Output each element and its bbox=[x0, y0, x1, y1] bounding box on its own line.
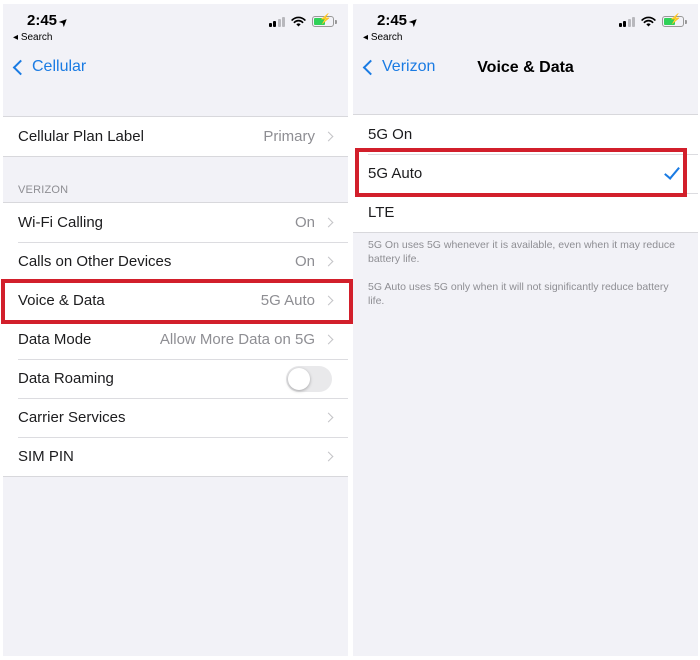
back-button[interactable]: Verizon bbox=[361, 58, 435, 76]
navigation-bar: Verizon Voice & Data bbox=[353, 48, 698, 90]
back-button[interactable]: Cellular bbox=[11, 58, 86, 76]
network-options-group: 5G On 5G Auto LTE bbox=[353, 114, 698, 233]
section-header-carrier: VERIZON bbox=[18, 184, 69, 196]
row-label: Data Mode bbox=[18, 331, 92, 348]
location-arrow-icon: ➤ bbox=[57, 15, 72, 30]
row-value: On bbox=[294, 253, 315, 270]
wifi-icon bbox=[291, 16, 306, 27]
row-label: SIM PIN bbox=[18, 448, 74, 465]
row-label: Carrier Services bbox=[18, 409, 126, 426]
back-to-app-label: Search bbox=[20, 32, 53, 43]
chevron-right-icon bbox=[323, 451, 334, 462]
row-value: Primary bbox=[263, 128, 315, 145]
sim-pin-row[interactable]: SIM PIN bbox=[3, 437, 348, 476]
footnote-5g-on: 5G On uses 5G whenever it is available, … bbox=[368, 239, 675, 265]
voice-and-data-row[interactable]: Voice & Data 5G Auto bbox=[3, 281, 348, 320]
carrier-services-row[interactable]: Carrier Services bbox=[3, 398, 348, 437]
plan-label-group: Cellular Plan Label Primary bbox=[3, 116, 348, 157]
status-bar: 2:45➤ ◂ Search ⚡ bbox=[3, 4, 348, 46]
option-5g-on[interactable]: 5G On bbox=[353, 115, 698, 154]
wifi-icon bbox=[641, 16, 656, 27]
voice-and-data-panel: 2:45➤ ◂ Search ⚡ Verizon Voice & Data 5G… bbox=[353, 4, 698, 656]
back-button-label: Verizon bbox=[382, 58, 436, 75]
option-label: LTE bbox=[368, 204, 395, 221]
row-value: Allow More Data on 5G bbox=[159, 331, 315, 348]
data-roaming-row: Data Roaming bbox=[3, 359, 348, 398]
status-icons: ⚡ bbox=[618, 14, 687, 27]
status-bar: 2:45➤ ◂ Search ⚡ bbox=[353, 4, 698, 46]
row-label: Data Roaming bbox=[18, 370, 114, 387]
status-icons: ⚡ bbox=[268, 14, 337, 27]
cellular-signal-icon bbox=[618, 16, 635, 27]
back-button-label: Cellular bbox=[32, 58, 87, 75]
row-value: On bbox=[294, 214, 315, 231]
option-label: 5G On bbox=[368, 126, 413, 143]
chevron-left-icon bbox=[362, 59, 379, 75]
carrier-settings-group: Wi-Fi Calling On Calls on Other Devices … bbox=[3, 202, 348, 477]
chevron-left-icon bbox=[12, 59, 29, 75]
back-to-app-link[interactable]: ◂ Search bbox=[13, 32, 53, 43]
navigation-bar: Cellular bbox=[3, 48, 348, 90]
status-time: 2:45➤ bbox=[377, 12, 422, 30]
row-value: 5G Auto bbox=[260, 292, 315, 309]
option-5g-auto[interactable]: 5G Auto bbox=[353, 154, 698, 193]
row-label: Wi-Fi Calling bbox=[18, 214, 104, 231]
footnote-5g-auto: 5G Auto uses 5G only when it will not si… bbox=[368, 281, 669, 307]
chevron-right-icon bbox=[323, 295, 334, 306]
cellular-settings-panel: 2:45➤ ◂ Search ⚡ Cellular Cellular Plan … bbox=[3, 4, 348, 656]
toggle-knob bbox=[288, 367, 310, 390]
chevron-right-icon bbox=[323, 217, 334, 228]
location-arrow-icon: ➤ bbox=[407, 15, 422, 30]
data-mode-row[interactable]: Data Mode Allow More Data on 5G bbox=[3, 320, 348, 359]
cellular-signal-icon bbox=[268, 16, 285, 27]
row-label: Cellular Plan Label bbox=[18, 128, 144, 145]
chevron-right-icon bbox=[323, 256, 334, 267]
status-time: 2:45➤ bbox=[27, 12, 72, 30]
row-label: Voice & Data bbox=[18, 292, 105, 309]
battery-icon: ⚡ bbox=[662, 14, 687, 27]
option-label: 5G Auto bbox=[368, 165, 423, 182]
back-to-app-label: Search bbox=[370, 32, 403, 43]
time-text: 2:45 bbox=[377, 12, 408, 29]
row-label: Calls on Other Devices bbox=[18, 253, 172, 270]
back-to-app-link[interactable]: ◂ Search bbox=[363, 32, 403, 43]
chevron-right-icon bbox=[323, 412, 334, 423]
calls-on-other-devices-row[interactable]: Calls on Other Devices On bbox=[3, 242, 348, 281]
data-roaming-toggle[interactable] bbox=[286, 365, 332, 392]
chevron-right-icon bbox=[323, 131, 334, 142]
option-lte[interactable]: LTE bbox=[353, 193, 698, 232]
time-text: 2:45 bbox=[27, 12, 58, 29]
battery-icon: ⚡ bbox=[312, 14, 337, 27]
cellular-plan-label-row[interactable]: Cellular Plan Label Primary bbox=[3, 117, 348, 156]
wifi-calling-row[interactable]: Wi-Fi Calling On bbox=[3, 203, 348, 242]
chevron-right-icon bbox=[323, 334, 334, 345]
